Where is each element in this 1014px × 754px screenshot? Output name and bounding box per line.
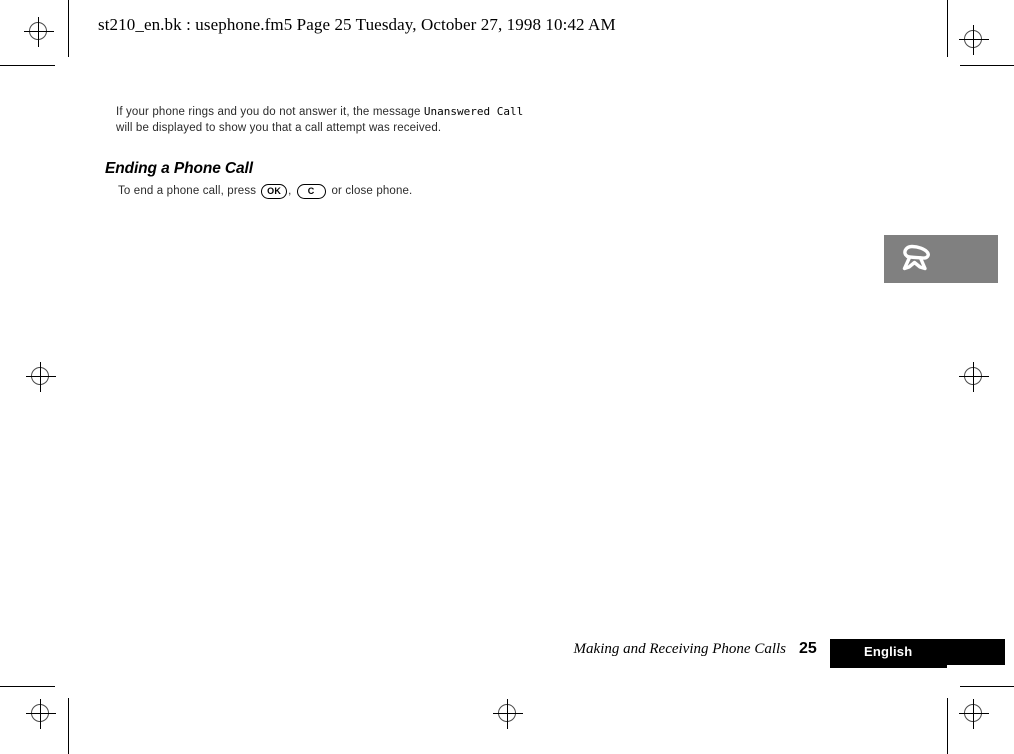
- registration-horizontal-line: [24, 31, 54, 32]
- footer-language-underbar: [830, 665, 947, 668]
- clear-key-icon: C: [296, 183, 326, 199]
- registration-horizontal-line: [493, 713, 523, 714]
- registration-target-mark-top-left: [22, 15, 56, 49]
- registration-vertical-line: [38, 17, 39, 47]
- crop-trim-line-bottom-left-horizontal: [0, 686, 55, 687]
- crop-trim-line-bottom-left-vertical: [68, 698, 69, 754]
- registration-horizontal-line: [26, 713, 56, 714]
- crop-trim-line-bottom-right-horizontal: [960, 686, 1014, 687]
- registration-vertical-line: [40, 699, 41, 729]
- footer-page-number: 25: [799, 640, 817, 657]
- end-call-instruction-text-before: To end a phone call, press: [118, 185, 257, 197]
- intro-paragraph: If your phone rings and you do not answe…: [116, 104, 536, 136]
- page-body-content: If your phone rings and you do not answe…: [116, 104, 536, 136]
- instruction-comma: ,: [288, 185, 292, 197]
- registration-horizontal-line: [959, 376, 989, 377]
- registration-target-mark-left-middle: [24, 360, 58, 394]
- crop-trim-line-top-left-vertical: [68, 0, 69, 57]
- ok-key-icon: OK: [261, 183, 288, 199]
- registration-target-mark-bottom-right: [957, 697, 991, 731]
- registration-target-mark-top-right: [957, 23, 991, 57]
- crop-trim-line-top-right-horizontal: [960, 65, 1014, 66]
- crop-trim-line-bottom-right-vertical: [947, 698, 948, 754]
- crop-trim-line-top-left-horizontal: [0, 65, 55, 66]
- registration-vertical-line: [973, 362, 974, 392]
- chapter-thumb-tab: [884, 235, 998, 283]
- end-call-instruction-line: To end a phone call, press OK , C or clo…: [118, 183, 412, 199]
- intro-paragraph-text-after: will be displayed to show you that a cal…: [116, 122, 442, 134]
- registration-vertical-line: [973, 25, 974, 55]
- phone-handset-icon: [898, 241, 936, 277]
- document-file-header: st210_en.bk : usephone.fm5 Page 25 Tuesd…: [98, 15, 616, 34]
- registration-vertical-line: [973, 699, 974, 729]
- section-heading-ending-a-phone-call: Ending a Phone Call: [105, 160, 253, 177]
- footer-language-bar: English: [830, 639, 1005, 665]
- registration-target-mark-right-middle: [957, 360, 991, 394]
- registration-horizontal-line: [26, 376, 56, 377]
- registration-vertical-line: [507, 699, 508, 729]
- registration-target-mark-bottom-left: [24, 697, 58, 731]
- footer-chapter-title: Making and Receiving Phone Calls: [573, 641, 786, 657]
- registration-horizontal-line: [959, 713, 989, 714]
- registration-target-mark-bottom-center: [491, 697, 525, 731]
- registration-horizontal-line: [959, 39, 989, 40]
- registration-vertical-line: [40, 362, 41, 392]
- unanswered-call-message-literal: Unanswered Call: [423, 105, 524, 118]
- footer-language-label: English: [864, 644, 913, 659]
- end-call-instruction-text-after: or close phone.: [331, 185, 413, 197]
- intro-paragraph-text-before: If your phone rings and you do not answe…: [116, 106, 421, 118]
- crop-trim-line-top-right-vertical: [947, 0, 948, 57]
